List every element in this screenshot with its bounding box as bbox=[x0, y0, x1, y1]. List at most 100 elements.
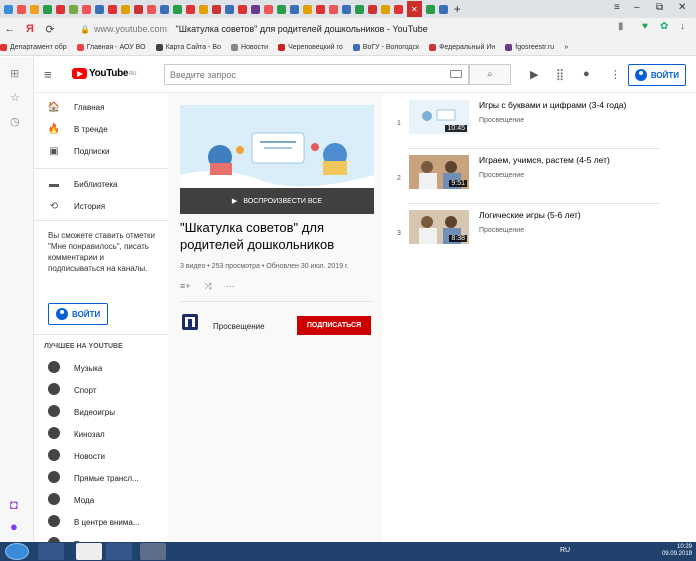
guide-item[interactable]: ▬ Библиотека bbox=[34, 173, 168, 195]
guide-item[interactable]: Кинозал bbox=[34, 423, 168, 445]
minimize-icon[interactable]: – bbox=[634, 2, 640, 13]
guide-item[interactable]: Новости bbox=[34, 445, 168, 467]
bookmark-item[interactable]: Департамент обр bbox=[0, 44, 67, 51]
url-field[interactable]: 🔒 www.youtube.com "Шкатулка советов" для… bbox=[80, 21, 620, 37]
start-button[interactable] bbox=[5, 543, 29, 560]
tab-favicon[interactable] bbox=[381, 4, 390, 14]
apps-grid-icon[interactable]: ⊞ bbox=[10, 67, 19, 80]
keyboard-icon[interactable] bbox=[450, 70, 462, 78]
upload-video-icon[interactable]: ▶ bbox=[530, 68, 538, 81]
apps-icon[interactable]: ⣿ bbox=[556, 68, 564, 81]
clock-icon[interactable]: ◷ bbox=[10, 115, 20, 128]
system-clock[interactable]: 10:29 09.09.2019 bbox=[662, 544, 692, 558]
star-icon[interactable]: ☆ bbox=[10, 91, 20, 104]
bookmark-item[interactable]: Новости bbox=[230, 44, 268, 51]
playlist-video-row[interactable]: 3 8:38 Логические игры (5-6 лет) Просвещени… bbox=[392, 210, 660, 266]
guide-item[interactable]: Прямые трансл... bbox=[34, 467, 168, 489]
tab-favicon[interactable] bbox=[264, 4, 273, 14]
tab-favicon[interactable] bbox=[17, 4, 26, 14]
tab-favicon[interactable] bbox=[342, 4, 351, 14]
video-channel[interactable]: Просвещение bbox=[479, 117, 524, 124]
guide-item[interactable]: В центре внима... bbox=[34, 511, 168, 533]
tab-favicon[interactable] bbox=[69, 4, 78, 14]
tab-favicon[interactable] bbox=[368, 4, 377, 14]
yandex-icon[interactable]: Я bbox=[20, 23, 40, 35]
bookmark-item[interactable]: Федеральный Ин bbox=[429, 44, 495, 51]
guide-item[interactable]: 🏠 Главная bbox=[34, 96, 168, 118]
tab-favicon[interactable] bbox=[438, 4, 448, 14]
more-horiz-icon[interactable]: ··· bbox=[226, 281, 235, 292]
video-thumbnail[interactable]: 9:51 bbox=[409, 155, 469, 189]
language-indicator[interactable]: RU bbox=[560, 547, 570, 554]
yandex-browser-taskbar-icon[interactable] bbox=[76, 543, 102, 560]
close-window-icon[interactable]: ✕ bbox=[678, 2, 686, 13]
tab-favicon[interactable] bbox=[251, 4, 260, 14]
video-title[interactable]: Логические игры (5-6 лет) bbox=[479, 210, 659, 220]
guide-item[interactable]: Спорт bbox=[34, 379, 168, 401]
tab-favicon[interactable] bbox=[199, 4, 208, 14]
bookmark-item[interactable]: Главная - АОУ ВО bbox=[76, 44, 146, 51]
channel-name[interactable]: Просвещение bbox=[213, 322, 265, 331]
tab-favicon[interactable] bbox=[225, 4, 234, 14]
guide-menu-icon[interactable]: ≡ bbox=[44, 67, 52, 82]
back-icon[interactable]: ← bbox=[0, 23, 20, 35]
tab-favicon[interactable] bbox=[82, 4, 91, 14]
tab-favicon[interactable] bbox=[425, 4, 435, 14]
download-icon[interactable]: ↓ bbox=[680, 21, 685, 32]
tab-favicon[interactable] bbox=[277, 4, 286, 14]
guide-item[interactable]: Видеоигры bbox=[34, 401, 168, 423]
tab-favicon[interactable] bbox=[186, 4, 195, 14]
video-title[interactable]: Играем, учимся, растем (4-5 лет) bbox=[479, 155, 659, 165]
more-vert-icon[interactable]: ⋮ bbox=[610, 68, 621, 81]
restore-icon[interactable]: ⧉ bbox=[656, 2, 663, 13]
tab-favicon[interactable] bbox=[56, 4, 65, 14]
youtube-logo[interactable]: YouTube RU bbox=[72, 68, 136, 79]
tab-favicon[interactable] bbox=[355, 4, 364, 14]
voice-icon[interactable]: ● bbox=[10, 519, 18, 534]
tab-favicon[interactable] bbox=[290, 4, 299, 14]
guide-item[interactable]: ▣ Подписки bbox=[34, 140, 168, 162]
bookmark-item[interactable]: Карта Сайта - Во bbox=[155, 44, 221, 51]
subscribe-button[interactable]: ПОДПИСАТЬСЯ bbox=[297, 316, 371, 335]
channel-avatar[interactable] bbox=[182, 314, 198, 330]
search-button[interactable]: ⌕ bbox=[469, 64, 511, 85]
signin-button[interactable]: ВОЙТИ bbox=[627, 64, 686, 86]
guide-item[interactable]: Панорамные ви... bbox=[34, 533, 168, 542]
tab-favicon[interactable] bbox=[173, 4, 182, 14]
guide-item[interactable]: Музыка bbox=[34, 357, 168, 379]
guide-item[interactable]: ⟲ История bbox=[34, 195, 168, 217]
tab-favicon[interactable] bbox=[43, 4, 52, 14]
tab-favicon[interactable] bbox=[212, 4, 221, 14]
tab-favicon[interactable] bbox=[147, 4, 156, 14]
bookmark-item[interactable]: ВоГУ - Вологодск bbox=[352, 44, 419, 51]
add-to-queue-icon[interactable]: ≡+ bbox=[180, 281, 191, 292]
tab-favicon[interactable] bbox=[4, 4, 13, 14]
tab-favicon[interactable] bbox=[95, 4, 104, 14]
active-tab[interactable]: ✕ bbox=[407, 1, 422, 17]
guide-item[interactable]: Мода bbox=[34, 489, 168, 511]
bookmark-icon[interactable]: ▮ bbox=[618, 21, 624, 32]
menu-icon[interactable]: ≡ bbox=[614, 2, 620, 13]
bookmark-item[interactable]: fgosreestr.ru bbox=[505, 44, 554, 51]
tab-favicon[interactable] bbox=[316, 4, 325, 14]
tab-favicon[interactable] bbox=[121, 4, 130, 14]
video-thumbnail[interactable]: 10:45 bbox=[409, 100, 469, 134]
word-taskbar-icon[interactable] bbox=[106, 543, 132, 560]
search-input[interactable] bbox=[165, 65, 435, 84]
powerpoint-taskbar-icon[interactable] bbox=[140, 543, 166, 560]
tab-favicon[interactable] bbox=[329, 4, 338, 14]
video-channel[interactable]: Просвещение bbox=[479, 227, 524, 234]
video-channel[interactable]: Просвещение bbox=[479, 172, 524, 179]
messages-icon[interactable]: ● bbox=[583, 68, 590, 80]
tab-favicon[interactable] bbox=[108, 4, 117, 14]
protect-icon[interactable]: ♥ bbox=[642, 21, 648, 32]
reload-icon[interactable]: ⟳ bbox=[40, 23, 60, 36]
tab-favicon[interactable] bbox=[303, 4, 312, 14]
shuffle-icon[interactable]: ⤨ bbox=[205, 281, 212, 292]
play-all-button[interactable]: ▶ ВОСПРОИЗВЕСТИ ВСЕ bbox=[180, 188, 374, 214]
close-tab-icon[interactable]: ✕ bbox=[411, 5, 418, 14]
more-bookmarks-icon[interactable]: » bbox=[564, 44, 568, 51]
tab-favicon[interactable] bbox=[30, 4, 39, 14]
extension-icon[interactable]: ✿ bbox=[660, 21, 668, 32]
new-tab-icon[interactable]: + bbox=[454, 2, 461, 16]
